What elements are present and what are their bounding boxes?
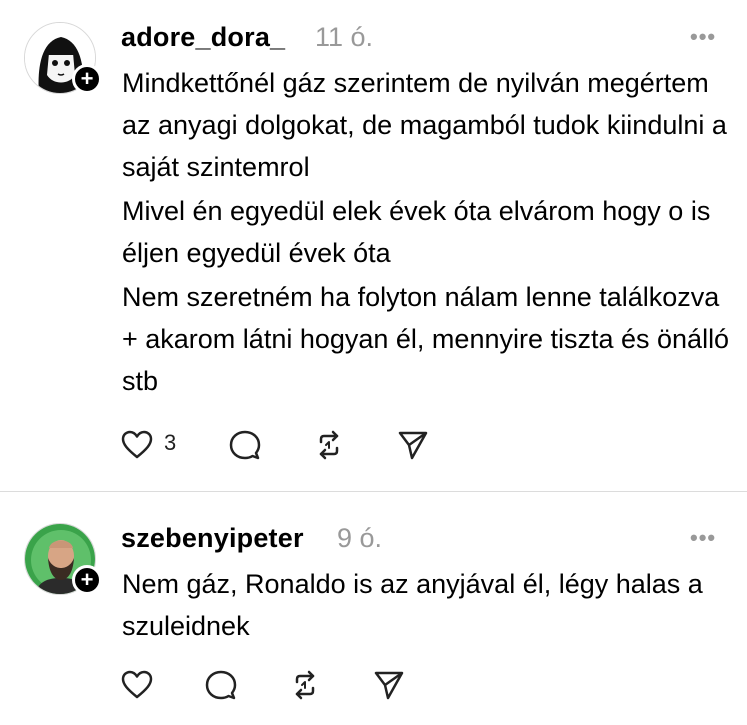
post-paragraph: Mindkettőnél gáz szerintem de nyilván me… bbox=[122, 68, 727, 182]
action-bar bbox=[120, 668, 420, 702]
reply-button[interactable] bbox=[204, 668, 238, 702]
post-paragraph: Mivel én egyedül elek évek óta elvárom h… bbox=[122, 196, 711, 268]
divider bbox=[0, 491, 747, 492]
timestamp: 9 ó. bbox=[337, 523, 383, 553]
like-count: 3 bbox=[164, 430, 177, 455]
like-button[interactable] bbox=[120, 668, 154, 702]
post-text: Mindkettőnél gáz szerintem de nyilván me… bbox=[122, 62, 732, 404]
reply-button[interactable] bbox=[228, 428, 262, 462]
more-options-icon[interactable]: ••• bbox=[690, 24, 716, 50]
post-paragraph: Nem szeretném ha folyton nálam lenne tal… bbox=[122, 282, 730, 396]
heart-icon bbox=[121, 430, 153, 459]
comment-icon bbox=[229, 430, 261, 460]
plus-icon: + bbox=[80, 567, 94, 592]
post-text: Nem gáz, Ronaldo is az anyjával él, légy… bbox=[122, 563, 732, 649]
follow-button[interactable]: + bbox=[72, 565, 102, 595]
repost-icon bbox=[319, 430, 339, 460]
more-options-icon[interactable]: ••• bbox=[690, 525, 716, 551]
comment-icon bbox=[205, 670, 237, 700]
post-paragraph: Nem gáz, Ronaldo is az anyjával él, légy… bbox=[122, 569, 703, 641]
timestamp: 11 ó. bbox=[315, 22, 374, 52]
username[interactable]: szebenyipeter bbox=[121, 523, 304, 554]
repost-button[interactable] bbox=[312, 428, 346, 462]
share-button[interactable] bbox=[372, 668, 406, 702]
plus-icon: + bbox=[80, 66, 94, 91]
repost-button[interactable] bbox=[288, 668, 322, 702]
username[interactable]: adore_dora_ bbox=[121, 22, 285, 53]
action-bar: 3 bbox=[120, 428, 440, 462]
share-button[interactable] bbox=[396, 428, 430, 462]
follow-button[interactable]: + bbox=[72, 64, 102, 94]
heart-icon bbox=[121, 670, 153, 699]
send-icon bbox=[374, 671, 404, 700]
send-icon bbox=[398, 431, 428, 460]
repost-icon bbox=[295, 670, 315, 700]
like-button[interactable] bbox=[120, 428, 154, 462]
